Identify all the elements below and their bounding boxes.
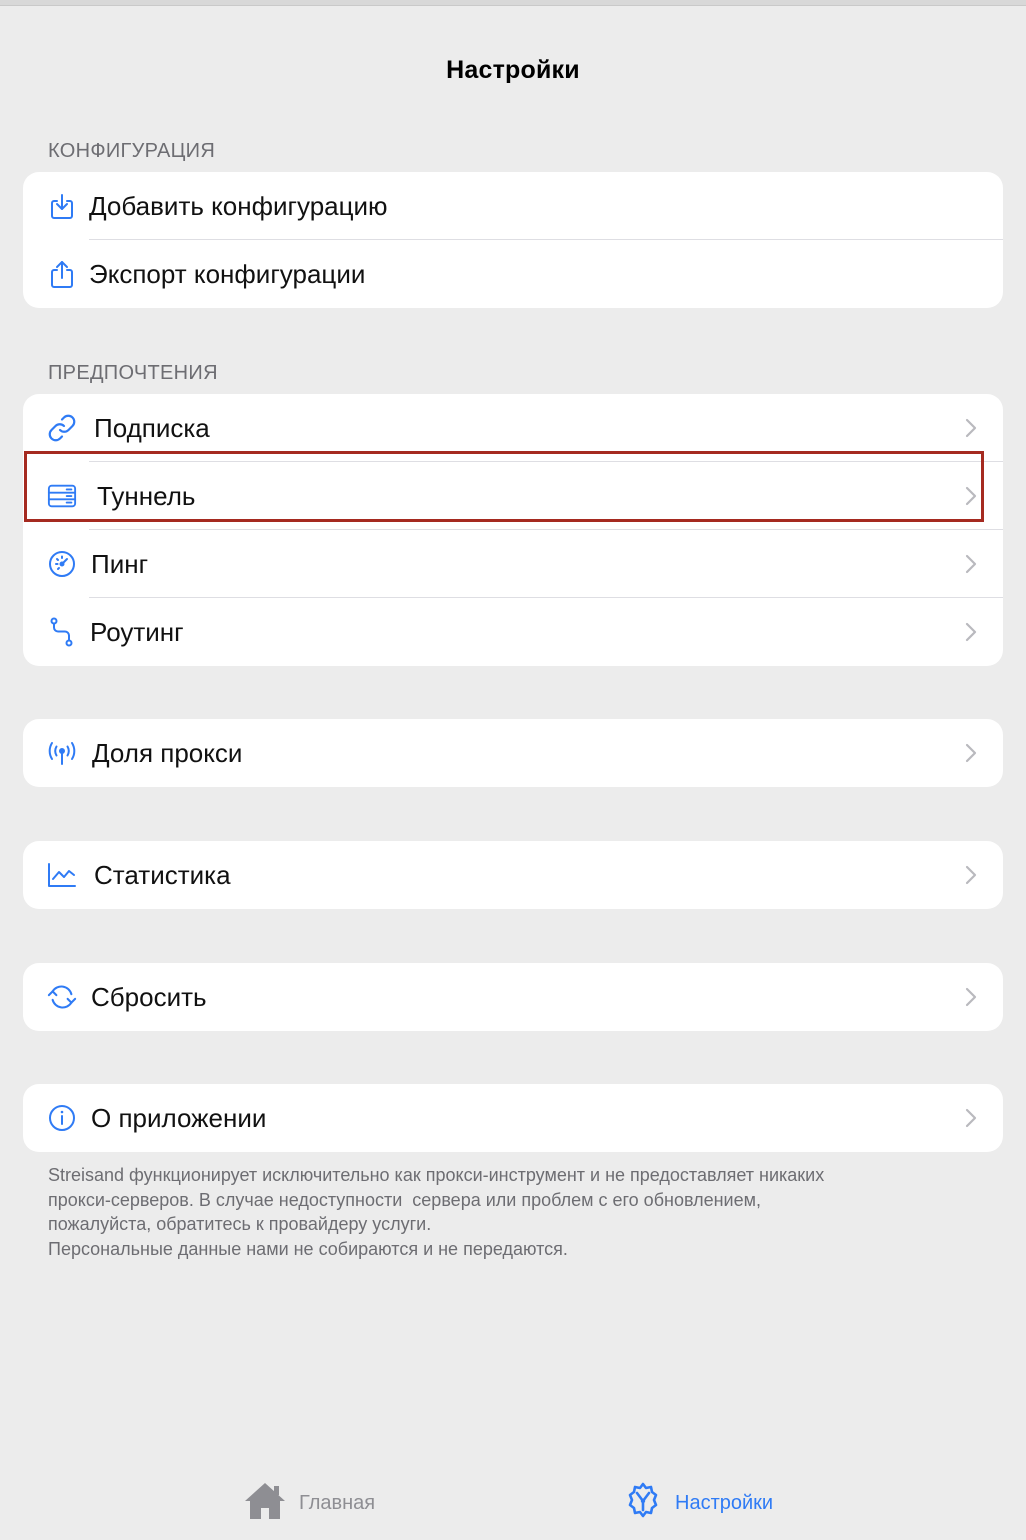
antenna-icon: [47, 738, 77, 768]
house-icon: [243, 1481, 287, 1526]
chevron-right-icon: [965, 554, 977, 574]
statistics-label: Статистика: [94, 859, 231, 890]
routing-label: Роутинг: [90, 616, 184, 647]
add-config-row[interactable]: Добавить конфигурацию: [23, 172, 1003, 240]
export-config-label: Экспорт конфигурации: [89, 258, 366, 289]
server-rack-icon: [47, 481, 77, 511]
group-reset: Сбросить: [23, 963, 1003, 1031]
footer-line: Персональные данные нами не собираются и…: [48, 1238, 568, 1259]
ping-row[interactable]: Пинг: [23, 530, 1003, 598]
chevron-right-icon: [965, 486, 977, 506]
footer-line: прокси-серверов. В случае недоступности …: [48, 1189, 761, 1210]
gear-icon: [623, 1481, 663, 1526]
section-header-config: КОНФИГУРАЦИЯ: [48, 140, 216, 162]
chevron-right-icon: [965, 743, 977, 763]
window-top-edge: [0, 0, 1026, 6]
group-stats: Статистика: [23, 841, 1003, 909]
add-config-label: Добавить конфигурацию: [89, 190, 388, 221]
about-label: О приложении: [91, 1102, 267, 1133]
tab-settings-label: Настройки: [675, 1492, 774, 1514]
tab-home-label: Главная: [299, 1492, 376, 1514]
route-icon: [47, 617, 77, 647]
ping-label: Пинг: [91, 548, 149, 579]
gauge-icon: [47, 549, 77, 579]
statistics-row[interactable]: Статистика: [23, 841, 1003, 909]
link-icon: [47, 413, 77, 443]
subscription-label: Подписка: [94, 412, 210, 443]
chevron-right-icon: [965, 418, 977, 438]
tab-bar: Главная Настройки: [0, 1460, 1026, 1540]
group-prefs: Подписка Туннель Пинг Роутинг: [23, 394, 1003, 666]
section-header-prefs: ПРЕДПОЧТЕНИЯ: [48, 362, 218, 384]
chevron-right-icon: [965, 622, 977, 642]
chevron-right-icon: [965, 1108, 977, 1128]
info-icon: [47, 1103, 77, 1133]
routing-row[interactable]: Роутинг: [23, 598, 1003, 666]
reset-label: Сбросить: [91, 981, 207, 1012]
footer-line: пожалуйста, обратитесь к провайдеру услу…: [48, 1214, 432, 1234]
tunnel-label: Туннель: [97, 480, 196, 511]
group-share: Доля прокси: [23, 719, 1003, 787]
page-title: Настройки: [446, 56, 580, 84]
group-config: Добавить конфигурацию Экспорт конфигурац…: [23, 172, 1003, 308]
group-about: О приложении: [23, 1084, 1003, 1152]
reset-row[interactable]: Сбросить: [23, 963, 1003, 1031]
about-row[interactable]: О приложении: [23, 1084, 1003, 1152]
share-icon: [47, 259, 77, 289]
proxy-share-row[interactable]: Доля прокси: [23, 719, 1003, 787]
chevron-right-icon: [965, 987, 977, 1007]
tab-settings[interactable]: Настройки: [623, 1481, 773, 1526]
proxy-share-label: Доля прокси: [92, 737, 243, 768]
chart-icon: [47, 860, 77, 890]
tab-home[interactable]: Главная: [243, 1481, 375, 1526]
settings-screen: Настройки КОНФИГУРАЦИЯ Добавить конфигур…: [0, 0, 1026, 1540]
chevron-right-icon: [965, 865, 977, 885]
download-tray-icon: [47, 191, 77, 221]
footer-line: Streisand функционирует исключительно ка…: [48, 1165, 825, 1185]
reset-icon: [47, 982, 77, 1012]
export-config-row[interactable]: Экспорт конфигурации: [23, 240, 1003, 308]
tunnel-row[interactable]: Туннель: [23, 462, 1003, 530]
subscription-row[interactable]: Подписка: [23, 394, 1003, 462]
footer-note: Streisand функционирует исключительно ка…: [48, 1163, 988, 1261]
